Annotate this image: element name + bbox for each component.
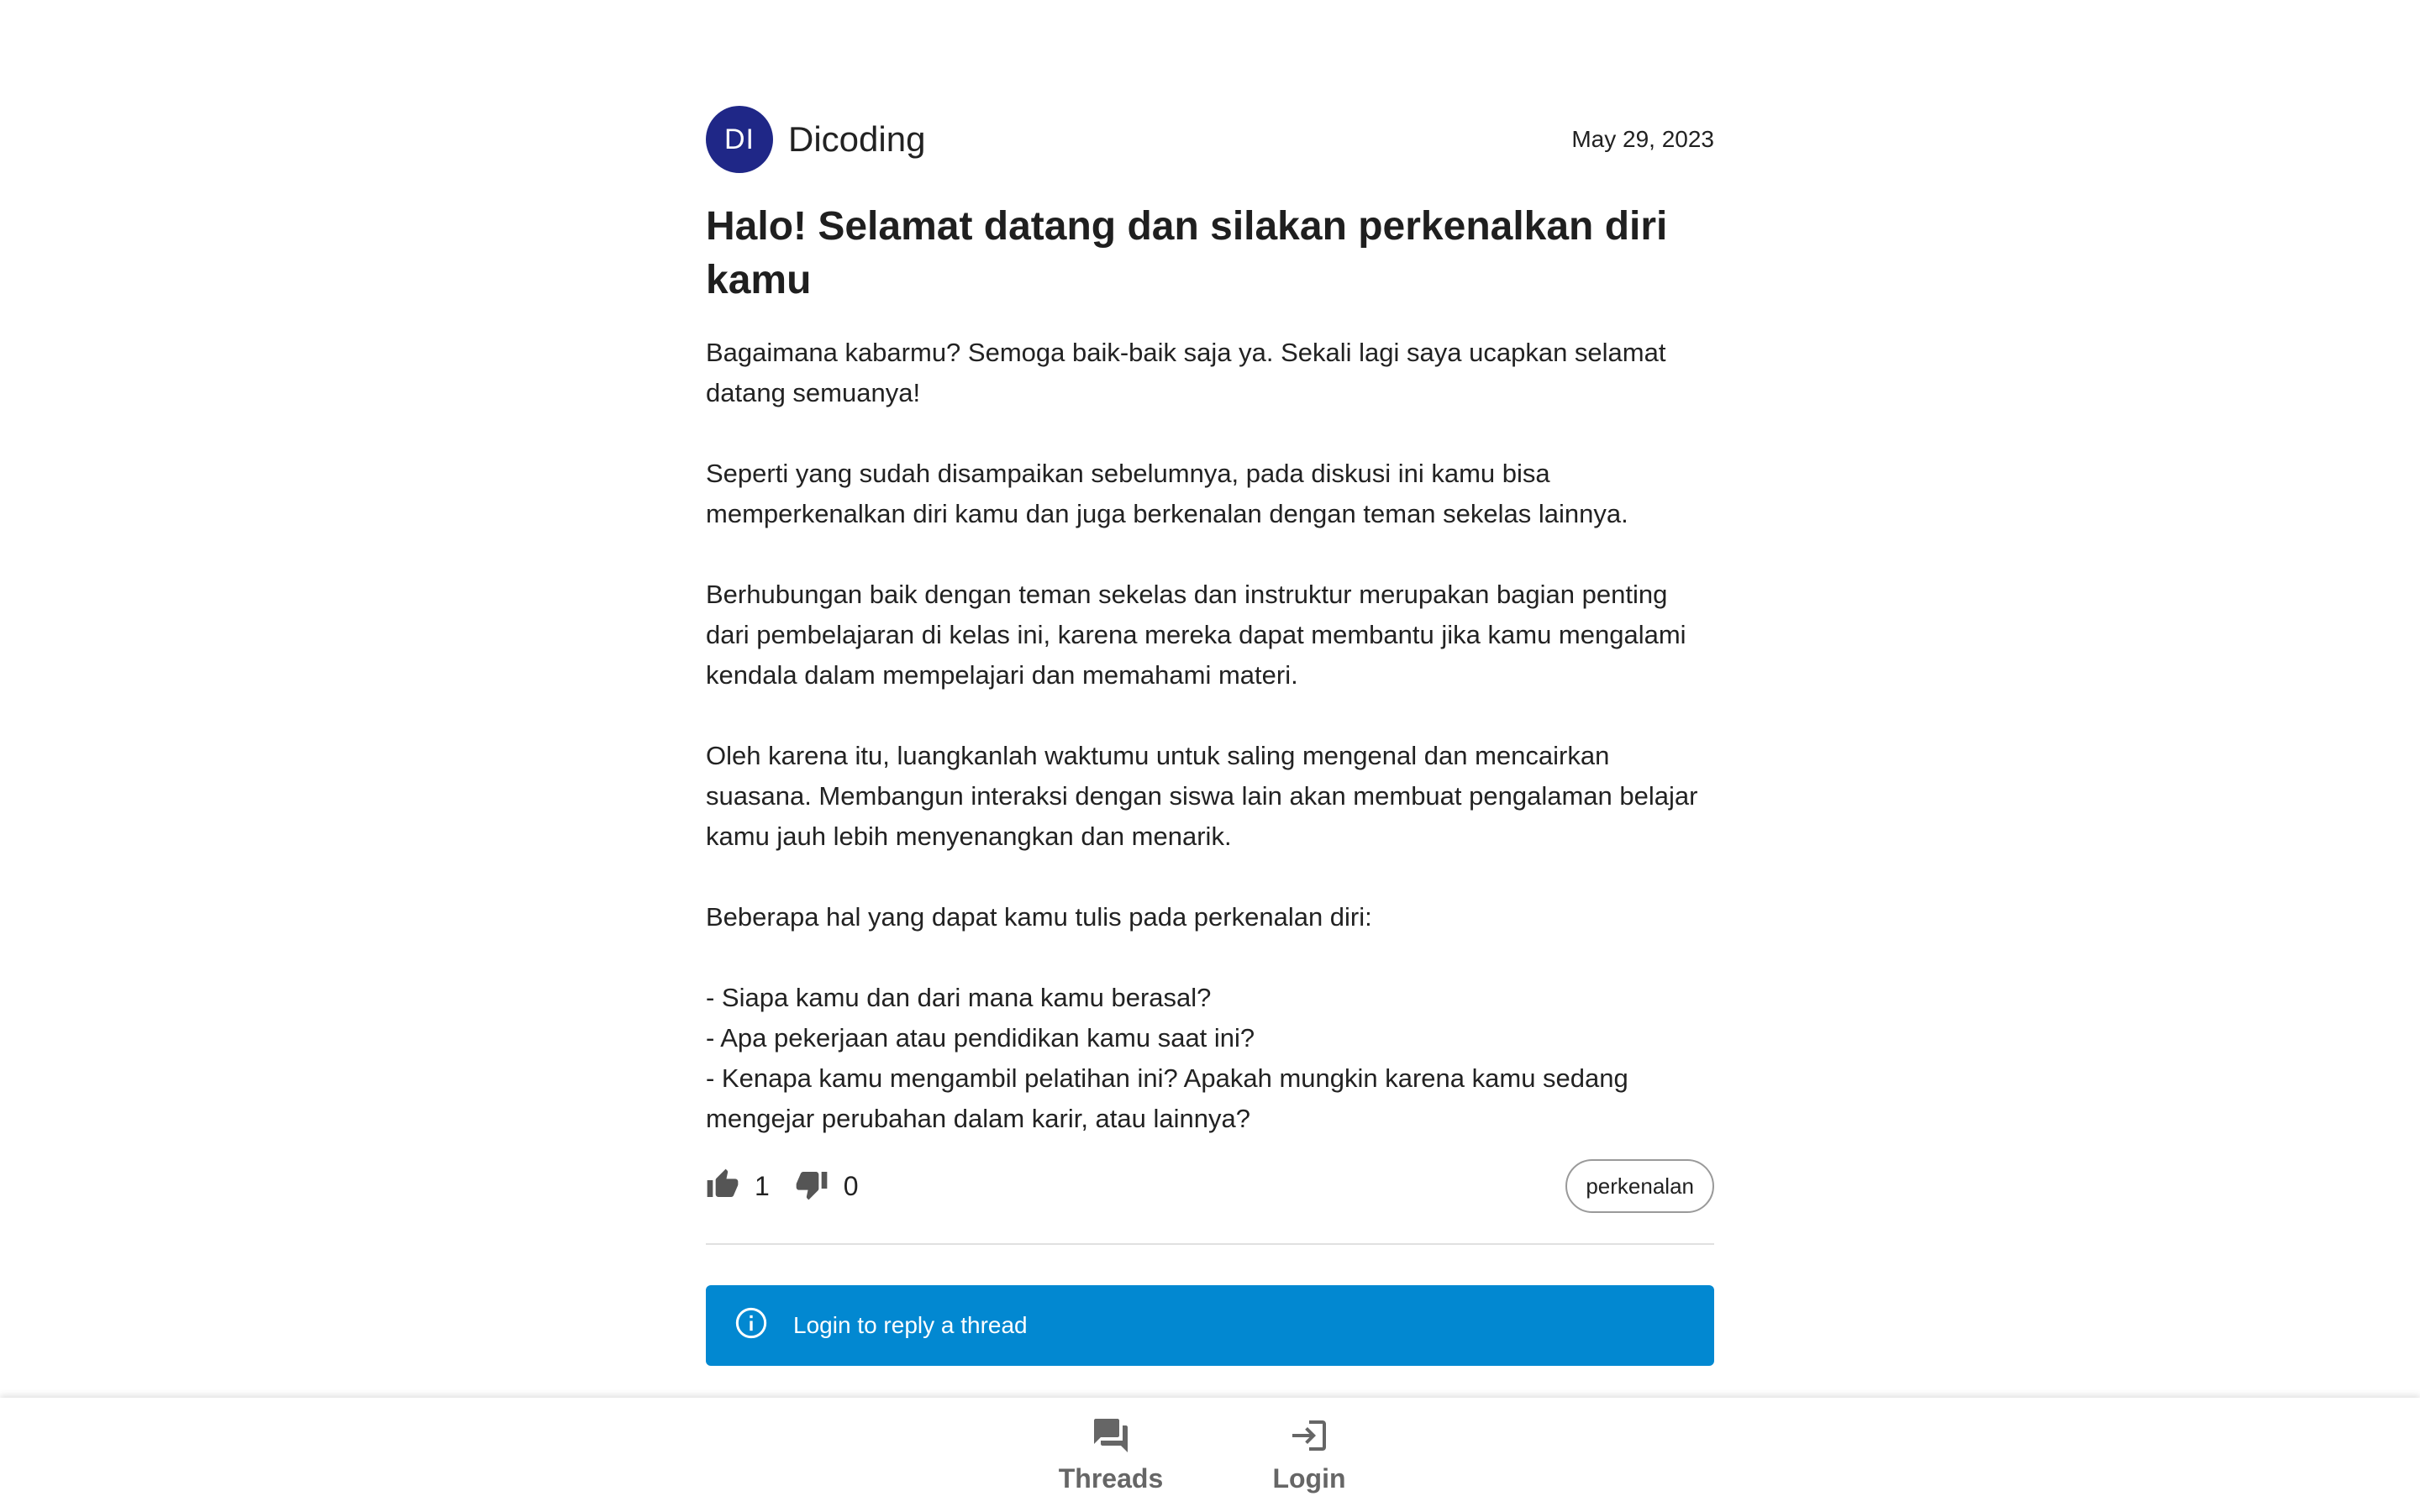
downvote-button[interactable]: 0 (795, 1168, 859, 1205)
list-item: - Apa pekerjaan atau pendidikan kamu saa… (706, 1023, 1255, 1053)
thread-date: May 29, 2023 (1571, 126, 1714, 152)
vote-group: 1 0 (706, 1168, 884, 1205)
page: DI Dicoding May 29, 2023 Halo! Selamat d… (0, 0, 2420, 1512)
thread-actions: 1 0 perkenalan (706, 1159, 1714, 1213)
upvote-button[interactable]: 1 (706, 1168, 770, 1205)
forum-icon (1091, 1415, 1131, 1460)
category-tag[interactable]: perkenalan (1565, 1159, 1714, 1213)
login-icon (1289, 1415, 1329, 1460)
author: DI Dicoding (706, 106, 925, 173)
login-notice: Login to reply a thread (706, 1285, 1714, 1366)
body-paragraph: Oleh karena itu, luangkanlah waktumu unt… (706, 741, 1698, 851)
nav-item-login[interactable]: Login (1210, 1415, 1408, 1494)
avatar: DI (706, 106, 773, 173)
list-item: - Kenapa kamu mengambil pelatihan ini? A… (706, 1063, 1628, 1133)
thumb-down-icon (795, 1168, 829, 1205)
nav-label-login: Login (1272, 1463, 1346, 1494)
body-paragraph: Seperti yang sudah disampaikan sebelumny… (706, 459, 1628, 528)
list-item: - Siapa kamu dan dari mana kamu berasal? (706, 983, 1212, 1012)
downvote-count: 0 (843, 1170, 859, 1201)
info-icon (734, 1306, 768, 1346)
thumb-up-icon (706, 1168, 739, 1205)
nav-item-threads[interactable]: Threads (1012, 1415, 1210, 1494)
thread-detail: DI Dicoding May 29, 2023 Halo! Selamat d… (706, 106, 1714, 1366)
nav-label-threads: Threads (1058, 1463, 1164, 1494)
bottom-navigation: Threads Login (0, 1398, 2420, 1512)
login-notice-text: Login to reply a thread (793, 1312, 1028, 1338)
upvote-count: 1 (755, 1170, 770, 1201)
body-list: - Siapa kamu dan dari mana kamu berasal?… (706, 978, 1714, 1139)
thread-body: Bagaimana kabarmu? Semoga baik-baik saja… (706, 333, 1714, 1139)
body-paragraph: Beberapa hal yang dapat kamu tulis pada … (706, 902, 1372, 932)
author-name: Dicoding (788, 119, 926, 159)
thread-title: Halo! Selamat datang dan silakan perkena… (706, 204, 1668, 302)
body-paragraph: Bagaimana kabarmu? Semoga baik-baik saja… (706, 338, 1666, 407)
divider (706, 1243, 1714, 1245)
thread-header: DI Dicoding May 29, 2023 (706, 106, 1714, 173)
body-paragraph: Berhubungan baik dengan teman sekelas da… (706, 580, 1686, 690)
